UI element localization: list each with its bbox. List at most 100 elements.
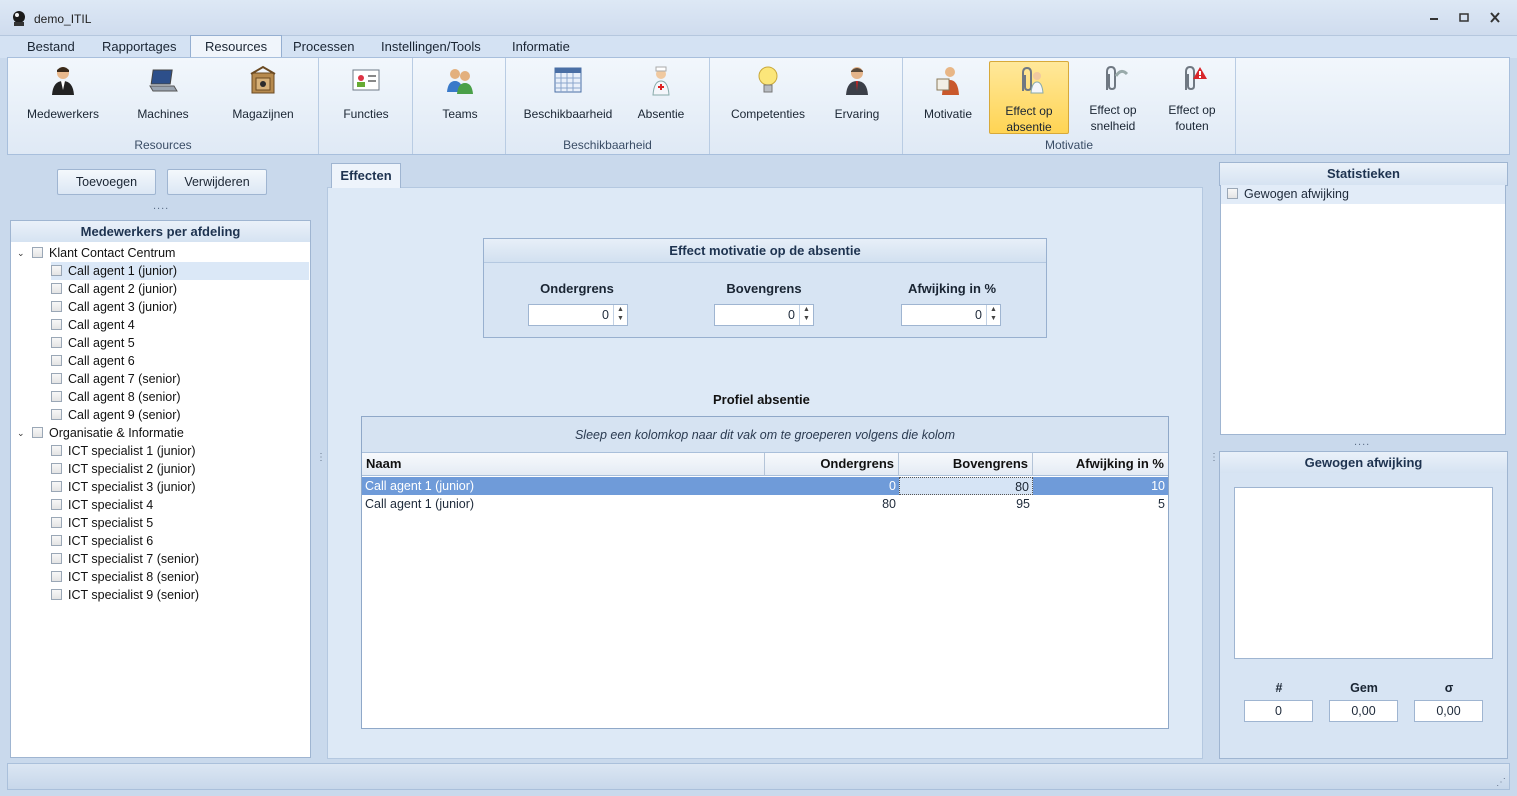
checkbox[interactable] bbox=[51, 409, 62, 420]
tab-informatie[interactable]: Informatie bbox=[498, 36, 584, 58]
ondergrens-spinner[interactable]: 0 ▲ ▼ bbox=[528, 304, 628, 326]
right-splitter-grip[interactable]: ⋮ bbox=[1209, 452, 1219, 463]
tree-employee[interactable]: Call agent 3 (junior) bbox=[51, 298, 177, 316]
checkbox[interactable] bbox=[51, 571, 62, 582]
checkbox[interactable] bbox=[51, 553, 62, 564]
ervaring-button[interactable]: Ervaring bbox=[822, 61, 892, 135]
checkbox[interactable] bbox=[51, 283, 62, 294]
tree-employee[interactable]: Call agent 6 bbox=[51, 352, 135, 370]
tree-employee[interactable]: Call agent 7 (senior) bbox=[51, 370, 181, 388]
tree-employee[interactable]: Call agent 5 bbox=[51, 334, 135, 352]
tree-employee[interactable]: ICT specialist 4 bbox=[51, 496, 153, 514]
motivatie-button[interactable]: Motivatie bbox=[911, 61, 985, 135]
checkbox[interactable] bbox=[51, 535, 62, 546]
group-by-panel[interactable]: Sleep een kolomkop naar dit vak om te gr… bbox=[362, 417, 1168, 453]
tree-employee[interactable]: ICT specialist 2 (junior) bbox=[51, 460, 196, 478]
maximize-button[interactable] bbox=[1455, 10, 1473, 26]
checkbox[interactable] bbox=[51, 589, 62, 600]
teams-button[interactable]: Teams bbox=[419, 61, 501, 135]
column-header-ondergrens[interactable]: Ondergrens bbox=[765, 453, 899, 476]
tree-department[interactable]: Organisatie & Informatie bbox=[32, 424, 184, 442]
machines-button[interactable]: Machines bbox=[119, 61, 207, 135]
checkbox[interactable] bbox=[51, 265, 62, 276]
checkbox[interactable] bbox=[51, 463, 62, 474]
effect-op-absentie-button[interactable]: Effect op absentie bbox=[989, 61, 1069, 134]
resize-grip-icon[interactable]: ⋰ bbox=[1496, 777, 1506, 788]
effect-op-snelheid-button[interactable]: Effect op snelheid bbox=[1076, 61, 1150, 135]
tree-employee[interactable]: Call agent 1 (junior) bbox=[51, 262, 309, 280]
minimize-button[interactable] bbox=[1425, 10, 1443, 26]
tree-employee[interactable]: ICT specialist 8 (senior) bbox=[51, 568, 199, 586]
close-button[interactable] bbox=[1486, 10, 1504, 26]
column-header-bovengrens[interactable]: Bovengrens bbox=[899, 453, 1033, 476]
employee-tree[interactable]: ⌄ Klant Contact Centrum Call agent 1 (ju… bbox=[10, 242, 311, 758]
effect-op-snelheid-label-line2: snelheid bbox=[1090, 119, 1136, 133]
checkbox[interactable] bbox=[51, 445, 62, 456]
checkbox[interactable] bbox=[51, 319, 62, 330]
spinner-arrows-icon[interactable]: ▲ ▼ bbox=[986, 305, 1000, 325]
tree-employee[interactable]: ICT specialist 9 (senior) bbox=[51, 586, 199, 604]
tab-effecten[interactable]: Effecten bbox=[331, 163, 401, 188]
tree-employee[interactable]: ICT specialist 1 (junior) bbox=[51, 442, 196, 460]
minimize-icon bbox=[1430, 18, 1438, 20]
checkbox[interactable] bbox=[51, 391, 62, 402]
splitter-handle[interactable]: .... bbox=[153, 200, 169, 212]
bovengrens-spinner[interactable]: 0 ▲ ▼ bbox=[714, 304, 814, 326]
right-splitter-handle[interactable]: .... bbox=[1354, 436, 1370, 448]
sigma-label: σ bbox=[1444, 681, 1454, 695]
afwijking-spinner[interactable]: 0 ▲ ▼ bbox=[901, 304, 1001, 326]
laptop-icon bbox=[149, 69, 178, 92]
checkbox[interactable] bbox=[51, 301, 62, 312]
magazijnen-button[interactable]: Magazijnen bbox=[218, 61, 308, 135]
tab-processen[interactable]: Processen bbox=[279, 36, 368, 58]
toevoegen-button[interactable]: Toevoegen bbox=[57, 169, 156, 195]
verwijderen-button[interactable]: Verwijderen bbox=[167, 169, 267, 195]
table-row[interactable]: Call agent 1 (junior) 0 80 10 bbox=[362, 477, 1168, 495]
competenties-button[interactable]: Competenties bbox=[722, 61, 814, 135]
checkbox[interactable] bbox=[32, 247, 43, 258]
cell-bovengrens[interactable]: 80 bbox=[899, 477, 1033, 495]
checkbox[interactable] bbox=[51, 481, 62, 492]
effect-op-fouten-button[interactable]: Effect op fouten bbox=[1155, 61, 1229, 135]
beschikbaarheid-button[interactable]: Beschikbaarheid bbox=[518, 61, 618, 135]
spinner-arrows-icon[interactable]: ▲ ▼ bbox=[799, 305, 813, 325]
department-name: Organisatie & Informatie bbox=[49, 426, 184, 440]
tree-employee[interactable]: ICT specialist 6 bbox=[51, 532, 153, 550]
tree-employee[interactable]: ICT specialist 3 (junior) bbox=[51, 478, 196, 496]
tree-employee[interactable]: Call agent 9 (senior) bbox=[51, 406, 181, 424]
tree-employee[interactable]: ICT specialist 7 (senior) bbox=[51, 550, 199, 568]
checkbox[interactable] bbox=[51, 373, 62, 384]
cell-afwijking: 10 bbox=[1151, 479, 1165, 493]
checkbox[interactable] bbox=[51, 355, 62, 366]
checkbox[interactable] bbox=[32, 427, 43, 438]
statistieken-list[interactable]: Gewogen afwijking bbox=[1220, 185, 1506, 435]
tab-instellingen-tools[interactable]: Instellingen/Tools bbox=[367, 36, 495, 58]
list-item[interactable]: Gewogen afwijking bbox=[1221, 185, 1505, 204]
column-header-naam[interactable]: Naam bbox=[362, 453, 765, 476]
absentie-button[interactable]: Absentie bbox=[627, 61, 695, 135]
collapse-chevron-icon[interactable]: ⌄ bbox=[17, 428, 25, 439]
tree-department[interactable]: Klant Contact Centrum bbox=[32, 244, 175, 262]
tree-employee[interactable]: Call agent 4 bbox=[51, 316, 135, 334]
effect-op-absentie-label-line2: absentie bbox=[1006, 120, 1052, 134]
employee-name: ICT specialist 8 (senior) bbox=[68, 570, 200, 584]
functies-button[interactable]: Functies bbox=[325, 61, 407, 135]
tab-bestand[interactable]: Bestand bbox=[13, 36, 89, 58]
checkbox[interactable] bbox=[1227, 188, 1238, 199]
left-splitter-grip[interactable]: ⋮ bbox=[316, 452, 326, 463]
status-bar: ⋰ bbox=[7, 763, 1510, 790]
tree-employee[interactable]: Call agent 8 (senior) bbox=[51, 388, 181, 406]
effect-op-fouten-label: Effect op fouten bbox=[1155, 102, 1229, 134]
collapse-chevron-icon[interactable]: ⌄ bbox=[17, 248, 25, 259]
tree-employee[interactable]: ICT specialist 5 bbox=[51, 514, 153, 532]
medewerkers-button[interactable]: Medewerkers bbox=[18, 61, 108, 135]
tab-rapportages[interactable]: Rapportages bbox=[88, 36, 190, 58]
checkbox[interactable] bbox=[51, 337, 62, 348]
checkbox[interactable] bbox=[51, 499, 62, 510]
table-row[interactable]: Call agent 1 (junior) 80 95 5 bbox=[362, 495, 1168, 513]
column-header-afwijking[interactable]: Afwijking in % bbox=[1033, 453, 1168, 476]
tab-resources[interactable]: Resources bbox=[190, 35, 283, 59]
tree-employee[interactable]: Call agent 2 (junior) bbox=[51, 280, 177, 298]
spinner-arrows-icon[interactable]: ▲ ▼ bbox=[613, 305, 627, 325]
checkbox[interactable] bbox=[51, 517, 62, 528]
